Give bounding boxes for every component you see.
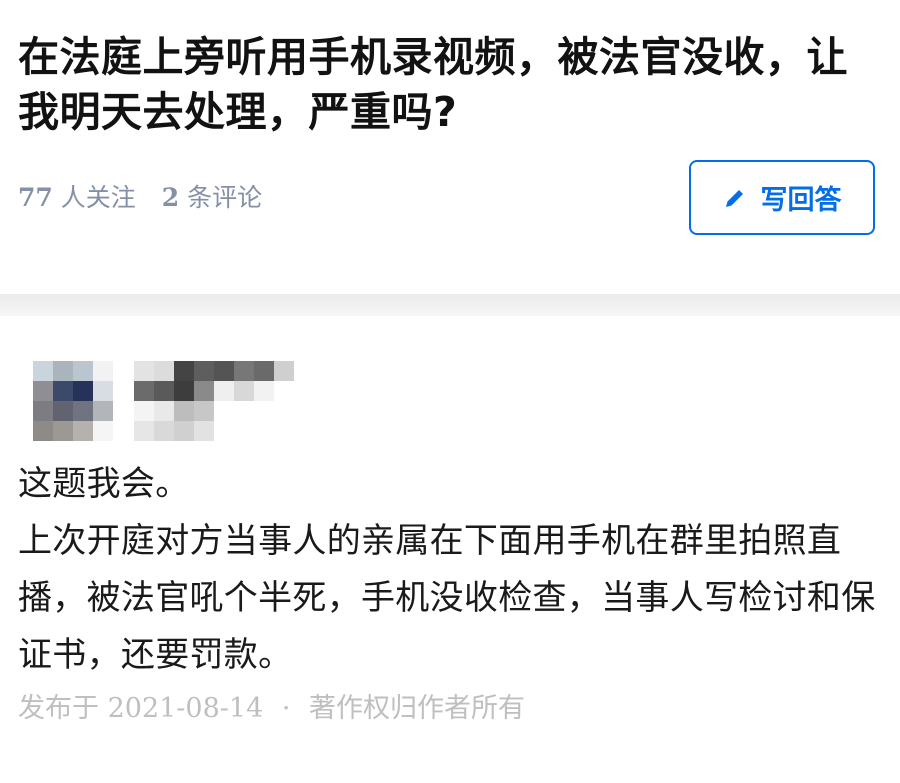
comments-label: 条评论 xyxy=(187,183,263,212)
mosaic-pixel xyxy=(154,381,174,401)
published-date[interactable]: 2021-08-14 xyxy=(108,693,264,724)
comments-stat[interactable]: 2 条评论 xyxy=(162,178,262,214)
mosaic-pixel xyxy=(234,381,254,401)
mosaic-pixel xyxy=(274,361,294,381)
mosaic-pixel xyxy=(194,421,214,441)
comments-count: 2 xyxy=(161,183,180,212)
mosaic-pixel xyxy=(114,361,134,381)
mosaic-pixel xyxy=(73,381,93,401)
mosaic-pixel xyxy=(294,421,314,441)
answer-paragraph-1: 这题我会。 xyxy=(18,464,190,504)
mosaic-pixel xyxy=(174,401,194,421)
mosaic-pixel xyxy=(174,381,194,401)
mosaic-pixel xyxy=(154,401,174,421)
mosaic-pixel xyxy=(53,421,73,441)
write-answer-button[interactable]: 写回答 xyxy=(689,160,875,235)
mosaic-pixel xyxy=(294,381,314,401)
copyright-notice: 著作权归作者所有 xyxy=(309,693,526,724)
mosaic-pixel xyxy=(294,401,314,421)
mosaic-pixel xyxy=(254,401,274,421)
mosaic-pixel xyxy=(154,421,174,441)
mosaic-pixel xyxy=(214,381,234,401)
mosaic-pixel xyxy=(33,401,53,421)
mosaic-pixel xyxy=(194,401,214,421)
mosaic-pixel xyxy=(154,361,174,381)
mosaic-pixel xyxy=(254,361,274,381)
mosaic-pixel xyxy=(33,421,53,441)
published-label: 发布于 xyxy=(18,693,99,724)
author-name-redacted[interactable] xyxy=(114,361,314,441)
mosaic-pixel xyxy=(214,401,234,421)
question-title[interactable]: 在法庭上旁听用手机录视频，被法官没收，让我明天去处理，严重吗? xyxy=(18,30,878,140)
mosaic-pixel xyxy=(254,421,274,441)
mosaic-pixel xyxy=(234,421,254,441)
mosaic-pixel xyxy=(134,421,154,441)
mosaic-pixel xyxy=(294,361,314,381)
mosaic-pixel xyxy=(134,401,154,421)
mosaic-pixel xyxy=(93,401,113,421)
section-divider xyxy=(0,294,900,316)
mosaic-pixel xyxy=(73,401,93,421)
answer-paragraph-2: 上次开庭对方当事人的亲属在下面用手机在群里拍照直播，被法官吼个半死，手机没收检查… xyxy=(18,521,876,675)
answer-footer: 发布于 2021-08-14 · 著作权归作者所有 xyxy=(18,686,882,725)
mosaic-pixel xyxy=(33,361,53,381)
followers-label: 人关注 xyxy=(60,183,136,212)
mosaic-pixel xyxy=(53,361,73,381)
mosaic-pixel xyxy=(234,401,254,421)
mosaic-pixel xyxy=(134,361,154,381)
write-answer-label: 写回答 xyxy=(760,185,842,216)
mosaic-pixel xyxy=(93,381,113,401)
mosaic-pixel xyxy=(174,421,194,441)
mosaic-pixel xyxy=(234,361,254,381)
mosaic-pixel xyxy=(93,361,113,381)
mosaic-pixel xyxy=(214,361,234,381)
answer-card: 这题我会。 上次开庭对方当事人的亲属在下面用手机在群里拍照直播，被法官吼个半死，… xyxy=(0,316,900,725)
footer-separator: · xyxy=(281,693,291,724)
pencil-icon xyxy=(723,186,747,210)
avatar[interactable] xyxy=(33,361,113,441)
mosaic-pixel xyxy=(274,421,294,441)
followers-stat[interactable]: 77 人关注 xyxy=(18,178,136,214)
answer-content: 这题我会。 上次开庭对方当事人的亲属在下面用手机在群里拍照直播，被法官吼个半死，… xyxy=(18,456,878,684)
mosaic-pixel xyxy=(53,381,73,401)
followers-count: 77 xyxy=(18,183,53,212)
mosaic-pixel xyxy=(73,421,93,441)
question-page: 在法庭上旁听用手机录视频，被法官没收，让我明天去处理，严重吗? 77 人关注 2… xyxy=(0,0,900,783)
mosaic-pixel xyxy=(194,381,214,401)
mosaic-pixel xyxy=(93,421,113,441)
mosaic-pixel xyxy=(73,361,93,381)
mosaic-pixel xyxy=(114,401,134,421)
mosaic-pixel xyxy=(254,381,274,401)
mosaic-pixel xyxy=(274,401,294,421)
question-meta: 77 人关注 2 条评论 xyxy=(18,178,262,214)
mosaic-pixel xyxy=(114,421,134,441)
mosaic-pixel xyxy=(134,381,154,401)
question-header: 在法庭上旁听用手机录视频，被法官没收，让我明天去处理，严重吗? 77 人关注 2… xyxy=(0,0,900,294)
mosaic-pixel xyxy=(274,381,294,401)
mosaic-pixel xyxy=(33,381,53,401)
author-row xyxy=(18,316,882,456)
mosaic-pixel xyxy=(194,361,214,381)
mosaic-pixel xyxy=(53,401,73,421)
mosaic-pixel xyxy=(114,381,134,401)
mosaic-pixel xyxy=(214,421,234,441)
mosaic-pixel xyxy=(174,361,194,381)
